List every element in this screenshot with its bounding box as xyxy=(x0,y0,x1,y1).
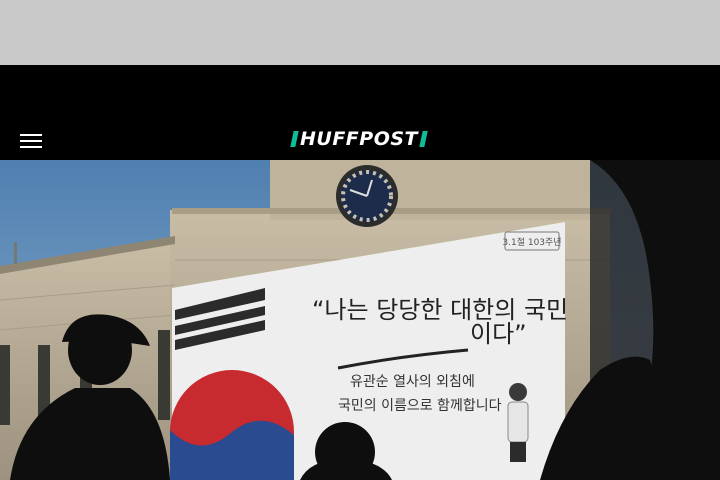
hamburger-menu-icon[interactable] xyxy=(20,132,44,150)
ad-slot xyxy=(0,0,720,65)
site-header: HUFFPOST xyxy=(0,65,720,160)
banner-quote-line1: “나는 당당한 대한의 국민 xyxy=(312,296,568,324)
banner-subtitle-line1: 유관순 열사의 외침에 xyxy=(350,374,475,390)
logo-accent-right xyxy=(419,131,428,147)
portrait-figure xyxy=(507,383,529,462)
huffpost-logo[interactable]: HUFFPOST xyxy=(290,128,428,150)
logo-accent-left xyxy=(290,131,299,147)
banner-quote-line2: 이다” xyxy=(470,320,527,348)
antenna xyxy=(14,242,17,264)
clock xyxy=(336,165,398,227)
svg-text:3.1절 103주년: 3.1절 103주년 xyxy=(502,236,561,248)
logo-text: HUFFPOST xyxy=(300,128,419,150)
hero-image[interactable]: 3.1절 103주년 “나는 당당한 대한의 국민 이다” 유관순 열사의 외침… xyxy=(0,160,720,480)
banner-subtitle-line2: 국민의 이름으로 함께합니다 xyxy=(338,398,502,414)
